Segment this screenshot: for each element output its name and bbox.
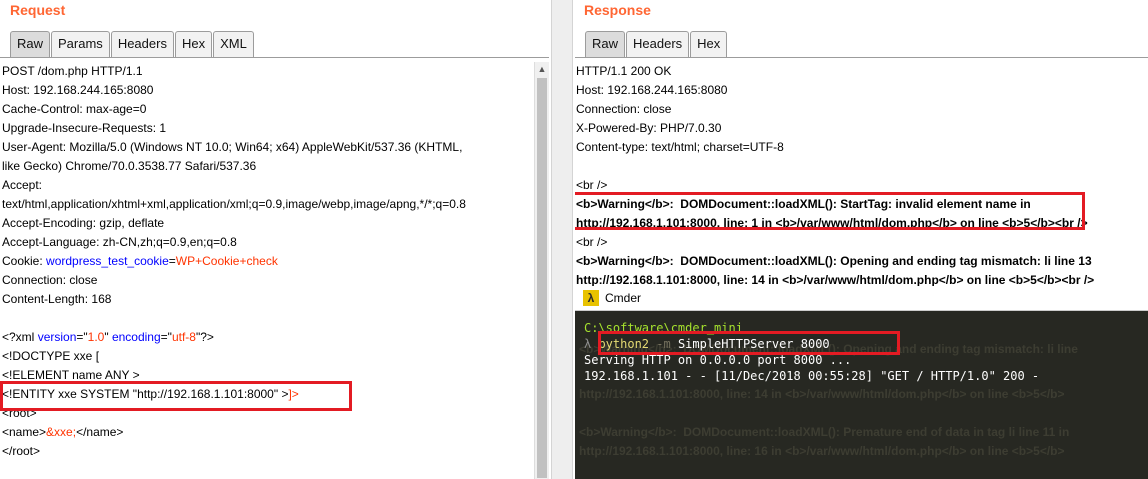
tab-divider (0, 57, 549, 58)
xml-val-encoding: utf-8 (171, 330, 196, 344)
header-accept-encoding: Accept-Encoding: gzip, deflate (2, 216, 165, 230)
xml-name-open: <name> (2, 425, 47, 439)
request-tabs: Raw Params Headers Hex XML (10, 31, 255, 57)
header-host: Host: 192.168.244.165:8080 (2, 83, 154, 97)
xml-name-close: </name> (76, 425, 124, 439)
tab-hex[interactable]: Hex (690, 31, 728, 57)
header-accept-value: text/html,application/xhtml+xml,applicat… (2, 197, 466, 211)
warning-line-2: http://192.168.1.101:8000, line: 14 in <… (576, 273, 1095, 287)
scrollbar-thumb[interactable] (537, 78, 547, 478)
request-title: Request (10, 2, 66, 18)
prompt-lambda: λ (584, 337, 599, 351)
response-editor[interactable]: HTTP/1.1 200 OK Host: 192.168.244.165:80… (576, 62, 1094, 290)
warning-message-2: : DOMDocument::loadXML(): Opening and en… (669, 254, 1092, 268)
cmder-titlebar[interactable]: λ Cmder (575, 286, 1148, 311)
header-cache-control: Cache-Control: max-age=0 (2, 102, 147, 116)
xml-eq1: =" (76, 330, 88, 344)
status-line: HTTP/1.1 200 OK (576, 64, 672, 78)
request-scrollbar[interactable]: ▲ (534, 62, 549, 479)
xml-element-decl: <!ELEMENT name ANY > (2, 368, 140, 382)
tab-params[interactable]: Params (51, 31, 110, 57)
xml-q1: " (104, 330, 112, 344)
pane-divider[interactable] (551, 0, 573, 479)
request-line: POST /dom.php HTTP/1.1 (2, 64, 143, 78)
warning-open-b: <b> (576, 254, 598, 268)
tab-divider (575, 57, 1148, 58)
warning-close-b: </b> (644, 254, 670, 268)
warning-label: Warning (597, 254, 645, 268)
xml-decl-close: "?> (195, 330, 214, 344)
cookie-name: wordpress_test_cookie (46, 254, 169, 268)
background-warning-4: http://192.168.1.101:8000, line: 16 in <… (579, 444, 1065, 458)
tab-hex[interactable]: Hex (174, 31, 213, 57)
response-tabs: Raw Headers Hex (585, 31, 728, 57)
tab-raw[interactable]: Raw (10, 31, 51, 57)
br-tag-3: <br /> (576, 235, 608, 249)
xml-entity-ref: &xxe; (46, 425, 77, 439)
cmder-title: Cmder (605, 291, 642, 305)
cookie-eq: = (168, 254, 176, 268)
background-warning-3: <b>Warning</b>: DOMDocument::loadXML(): … (579, 425, 1070, 439)
header-user-agent: User-Agent: Mozilla/5.0 (Windows NT 10.0… (2, 140, 463, 154)
header-host: Host: 192.168.244.165:8080 (576, 83, 728, 97)
lambda-icon: λ (583, 290, 599, 306)
xml-eq2: =" (160, 330, 172, 344)
xml-attr-version: version (37, 330, 77, 344)
tab-headers[interactable]: Headers (626, 31, 690, 57)
xml-decl-open: <?xml (2, 330, 38, 344)
cmder-window[interactable]: λ Cmder <b>Warning</b>: DOMDocument::loa… (575, 286, 1148, 479)
cookie-value: WP+Cookie+check (175, 254, 278, 268)
response-title: Response (584, 2, 651, 18)
header-powered-by: X-Powered-By: PHP/7.0.30 (576, 121, 722, 135)
terminal-output-request-log: 192.168.1.101 - - [11/Dec/2018 00:55:28]… (584, 369, 1040, 383)
header-accept: Accept: (2, 178, 43, 192)
header-accept-language: Accept-Language: zh-CN,zh;q=0.9,en;q=0.8 (2, 235, 237, 249)
header-user-agent-cont: like Gecko) Chrome/70.0.3538.77 Safari/5… (2, 159, 257, 173)
xml-root-close: </root> (2, 444, 41, 458)
request-pane: Request Raw Params Headers Hex XML POST … (0, 0, 549, 479)
entity-highlight-box (0, 381, 352, 411)
command-highlight-box (598, 331, 900, 355)
header-content-length: Content-Length: 168 (2, 292, 112, 306)
background-warning-2: http://192.168.1.101:8000, line: 14 in <… (579, 387, 1065, 401)
tab-xml[interactable]: XML (213, 31, 254, 57)
header-upgrade: Upgrade-Insecure-Requests: 1 (2, 121, 167, 135)
header-content-type: Content-type: text/html; charset=UTF-8 (576, 140, 784, 154)
header-connection: Connection: close (576, 102, 672, 116)
xml-doctype: <!DOCTYPE xxe [ (2, 349, 100, 363)
xml-attr-encoding: encoding (111, 330, 161, 344)
xml-val-version: 1.0 (87, 330, 105, 344)
warning-highlight-box (575, 192, 1085, 230)
header-connection: Connection: close (2, 273, 98, 287)
br-tag: <br /> (576, 178, 608, 192)
tab-headers[interactable]: Headers (110, 31, 174, 57)
tab-raw[interactable]: Raw (585, 31, 626, 57)
scroll-up-arrow-icon[interactable]: ▲ (535, 62, 549, 76)
header-cookie-label: Cookie: (2, 254, 47, 268)
